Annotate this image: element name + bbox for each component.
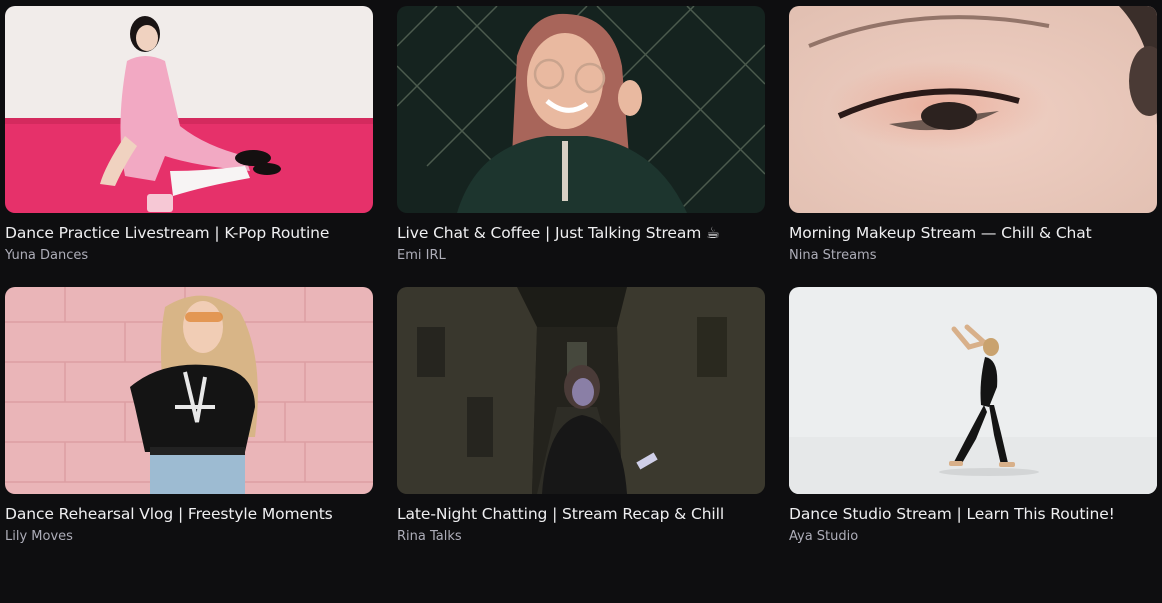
video-card[interactable]: Dance Rehearsal Vlog | Freestyle Moments… xyxy=(5,287,373,546)
video-title[interactable]: Late-Night Chatting | Stream Recap & Chi… xyxy=(397,504,765,524)
video-title[interactable]: Dance Practice Livestream | K-Pop Routin… xyxy=(5,223,373,243)
video-thumbnail[interactable] xyxy=(5,287,373,494)
video-card[interactable]: Late-Night Chatting | Stream Recap & Chi… xyxy=(397,287,765,546)
video-title[interactable]: Dance Rehearsal Vlog | Freestyle Moments xyxy=(5,504,373,524)
video-title[interactable]: Live Chat & Coffee | Just Talking Stream… xyxy=(397,223,765,243)
channel-name[interactable]: Rina Talks xyxy=(397,528,765,546)
video-thumbnail[interactable] xyxy=(397,6,765,213)
video-card[interactable]: Dance Studio Stream | Learn This Routine… xyxy=(789,287,1157,546)
channel-name[interactable]: Lily Moves xyxy=(5,528,373,546)
video-grid: Dance Practice Livestream | K-Pop Routin… xyxy=(5,6,1157,546)
video-card[interactable]: Morning Makeup Stream — Chill & Chat Nin… xyxy=(789,6,1157,265)
video-title[interactable]: Morning Makeup Stream — Chill & Chat xyxy=(789,223,1157,243)
video-title[interactable]: Dance Studio Stream | Learn This Routine… xyxy=(789,504,1157,524)
channel-name[interactable]: Yuna Dances xyxy=(5,247,373,265)
video-thumbnail[interactable] xyxy=(789,6,1157,213)
video-thumbnail[interactable] xyxy=(789,287,1157,494)
video-thumbnail[interactable] xyxy=(397,287,765,494)
video-thumbnail[interactable] xyxy=(5,6,373,213)
channel-name[interactable]: Nina Streams xyxy=(789,247,1157,265)
channel-name[interactable]: Emi IRL xyxy=(397,247,765,265)
channel-name[interactable]: Aya Studio xyxy=(789,528,1157,546)
video-card[interactable]: Live Chat & Coffee | Just Talking Stream… xyxy=(397,6,765,265)
video-card[interactable]: Dance Practice Livestream | K-Pop Routin… xyxy=(5,6,373,265)
